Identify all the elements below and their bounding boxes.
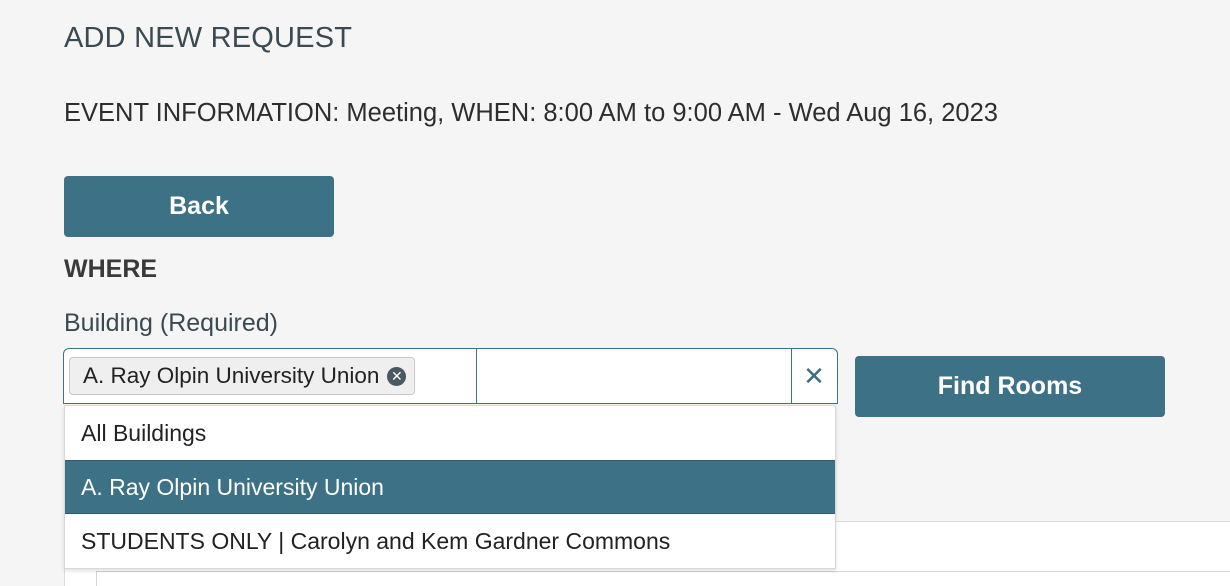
find-rooms-button[interactable]: Find Rooms (855, 356, 1165, 417)
page-title: ADD NEW REQUEST (64, 22, 353, 54)
close-icon[interactable]: ✕ (791, 349, 837, 403)
dropdown-option[interactable]: All Buildings (65, 406, 835, 460)
building-select[interactable]: A. Ray Olpin University Union ✕ ✕ (63, 348, 838, 404)
building-dropdown: All Buildings A. Ray Olpin University Un… (64, 405, 836, 569)
close-circle-icon[interactable]: ✕ (387, 366, 407, 386)
building-label: Building (Required) (64, 309, 279, 337)
building-search-input[interactable] (477, 349, 791, 403)
dropdown-option-selected[interactable]: A. Ray Olpin University Union (65, 460, 835, 514)
dropdown-option[interactable]: STUDENTS ONLY | Carolyn and Kem Gardner … (65, 514, 835, 568)
results-panel-inner (96, 571, 1230, 586)
selected-building-chip-label: A. Ray Olpin University Union (83, 363, 380, 388)
where-heading: WHERE (64, 255, 158, 283)
selected-building-chip: A. Ray Olpin University Union ✕ (69, 357, 416, 395)
event-information: EVENT INFORMATION: Meeting, WHEN: 8:00 A… (64, 99, 998, 127)
back-button[interactable]: Back (64, 176, 334, 237)
add-request-page: ADD NEW REQUEST EVENT INFORMATION: Meeti… (0, 0, 1230, 586)
building-search-field[interactable] (476, 349, 792, 403)
